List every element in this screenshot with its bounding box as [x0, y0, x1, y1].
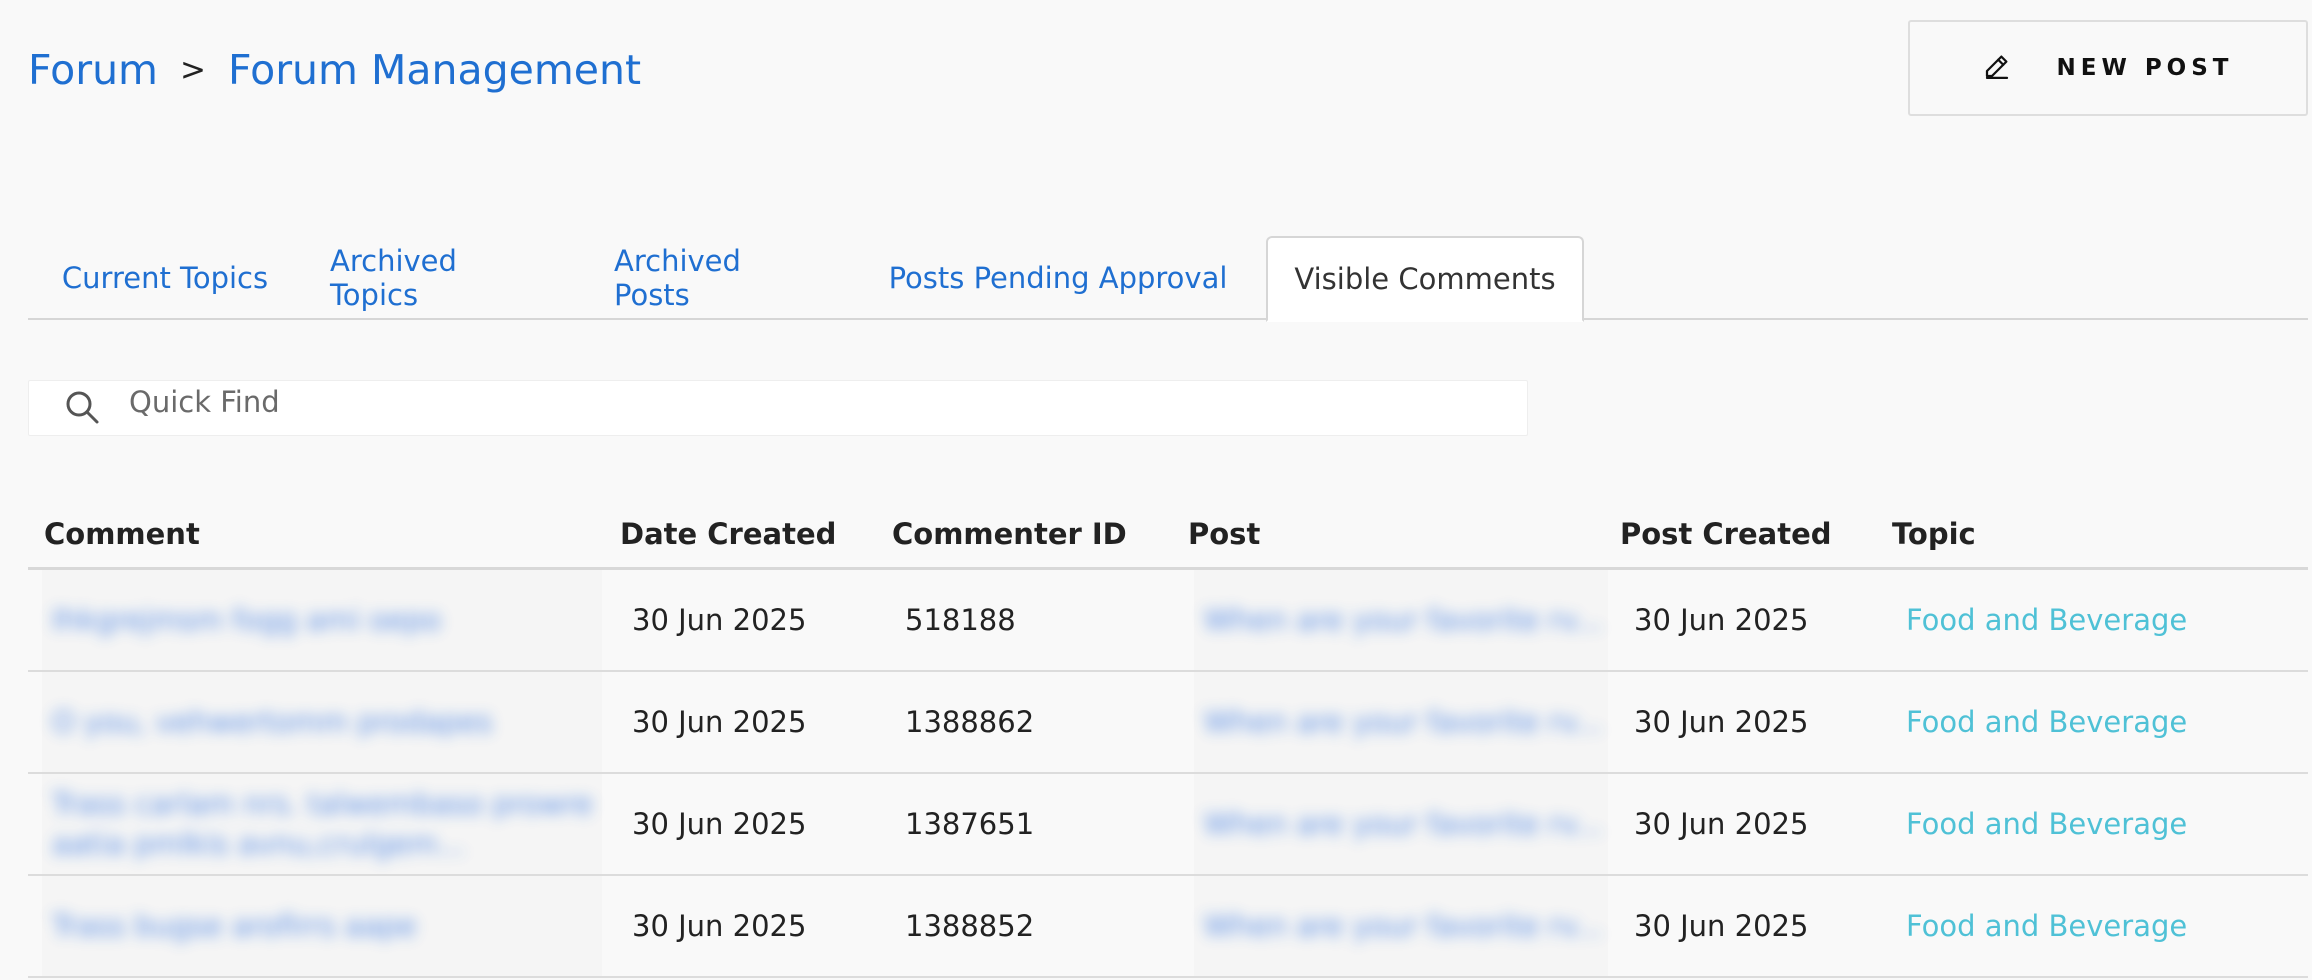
post-link[interactable]: When are your favorite rv... — [1204, 804, 1603, 844]
breadcrumb-separator: > — [180, 52, 206, 88]
header-topic[interactable]: Topic — [1892, 498, 1976, 570]
new-post-button[interactable]: NEW POST — [1908, 20, 2308, 116]
header-commenter-id[interactable]: Commenter ID — [892, 498, 1127, 570]
pencil-icon — [1982, 51, 2012, 85]
breadcrumb: Forum > Forum Management — [28, 40, 641, 100]
topic-link[interactable]: Food and Beverage — [1906, 705, 2187, 739]
post-link[interactable]: When are your favorite rv... — [1204, 600, 1603, 640]
comment-link[interactable]: Trass bugse arofirrs aape — [52, 906, 416, 946]
tab-archived-topics[interactable]: Archived Topics — [330, 236, 552, 320]
search-icon — [63, 388, 103, 428]
comment-cell[interactable]: Trass bugse arofirrs aape — [42, 876, 602, 976]
topic-link[interactable]: Food and Beverage — [1906, 807, 2187, 841]
comment-link[interactable]: O you, vehwertomm prodapes — [52, 702, 492, 742]
comment-link[interactable]: Trass carlam nrs. talwembaso prowre aati… — [52, 784, 602, 864]
post-created-cell: 30 Jun 2025 — [1634, 807, 1809, 841]
tab-visible-comments[interactable]: Visible Comments — [1266, 236, 1584, 322]
post-created-cell: 30 Jun 2025 — [1634, 909, 1809, 943]
commenter-id-cell: 1387651 — [905, 807, 1035, 841]
commenter-id-cell: 1388852 — [905, 909, 1035, 943]
table-header: Comment Date Created Commenter ID Post P… — [28, 498, 2308, 570]
comments-table: Comment Date Created Commenter ID Post P… — [28, 498, 2308, 978]
post-cell[interactable]: When are your favorite rv... — [1194, 876, 1608, 976]
tab-bar: Current Topics Archived Topics Archived … — [28, 236, 2308, 322]
breadcrumb-forum-management-link[interactable]: Forum Management — [228, 40, 641, 100]
date-created-cell: 30 Jun 2025 — [632, 909, 807, 943]
tab-current-topics[interactable]: Current Topics — [60, 236, 270, 320]
comment-cell[interactable]: Trass carlam nrs. talwembaso prowre aati… — [42, 774, 602, 874]
comment-link[interactable]: Ihkgrejmsm fogg ami oepo — [52, 600, 441, 640]
breadcrumb-forum-link[interactable]: Forum — [28, 40, 158, 100]
date-created-cell: 30 Jun 2025 — [632, 705, 807, 739]
comment-cell[interactable]: Ihkgrejmsm fogg ami oepo — [42, 570, 602, 670]
topic-link[interactable]: Food and Beverage — [1906, 603, 2187, 637]
post-created-cell: 30 Jun 2025 — [1634, 705, 1809, 739]
post-cell[interactable]: When are your favorite rv... — [1194, 672, 1608, 772]
header-date-created[interactable]: Date Created — [620, 498, 836, 570]
quick-find-input[interactable] — [129, 377, 1429, 427]
tab-posts-pending-approval[interactable]: Posts Pending Approval — [888, 236, 1228, 320]
header-comment[interactable]: Comment — [44, 498, 200, 570]
quick-find-search — [28, 377, 1528, 436]
topic-cell: Food and Beverage — [1906, 876, 2306, 976]
new-post-label: NEW POST — [2056, 55, 2234, 81]
forum-management-page: Forum > Forum Management NEW POST Curren… — [0, 0, 2312, 980]
date-created-cell: 30 Jun 2025 — [632, 603, 807, 637]
post-link[interactable]: When are your favorite rv... — [1204, 702, 1603, 742]
table-row: O you, vehwertomm prodapes 30 Jun 2025 1… — [28, 672, 2308, 774]
tab-archived-posts[interactable]: Archived Posts — [614, 236, 824, 320]
topic-cell: Food and Beverage — [1906, 774, 2306, 874]
topic-link[interactable]: Food and Beverage — [1906, 909, 2187, 943]
topic-cell: Food and Beverage — [1906, 672, 2306, 772]
commenter-id-cell: 1388862 — [905, 705, 1035, 739]
header-post[interactable]: Post — [1188, 498, 1260, 570]
post-cell[interactable]: When are your favorite rv... — [1194, 570, 1608, 670]
post-cell[interactable]: When are your favorite rv... — [1194, 774, 1608, 874]
table-row: Trass carlam nrs. talwembaso prowre aati… — [28, 774, 2308, 876]
commenter-id-cell: 518188 — [905, 603, 1016, 637]
header-post-created[interactable]: Post Created — [1620, 498, 1832, 570]
comment-cell[interactable]: O you, vehwertomm prodapes — [42, 672, 602, 772]
topic-cell: Food and Beverage — [1906, 570, 2306, 670]
date-created-cell: 30 Jun 2025 — [632, 807, 807, 841]
post-created-cell: 30 Jun 2025 — [1634, 603, 1809, 637]
table-row: Ihkgrejmsm fogg ami oepo 30 Jun 2025 518… — [28, 570, 2308, 672]
table-row: Trass bugse arofirrs aape 30 Jun 2025 13… — [28, 876, 2308, 978]
post-link[interactable]: When are your favorite rv... — [1204, 906, 1603, 946]
